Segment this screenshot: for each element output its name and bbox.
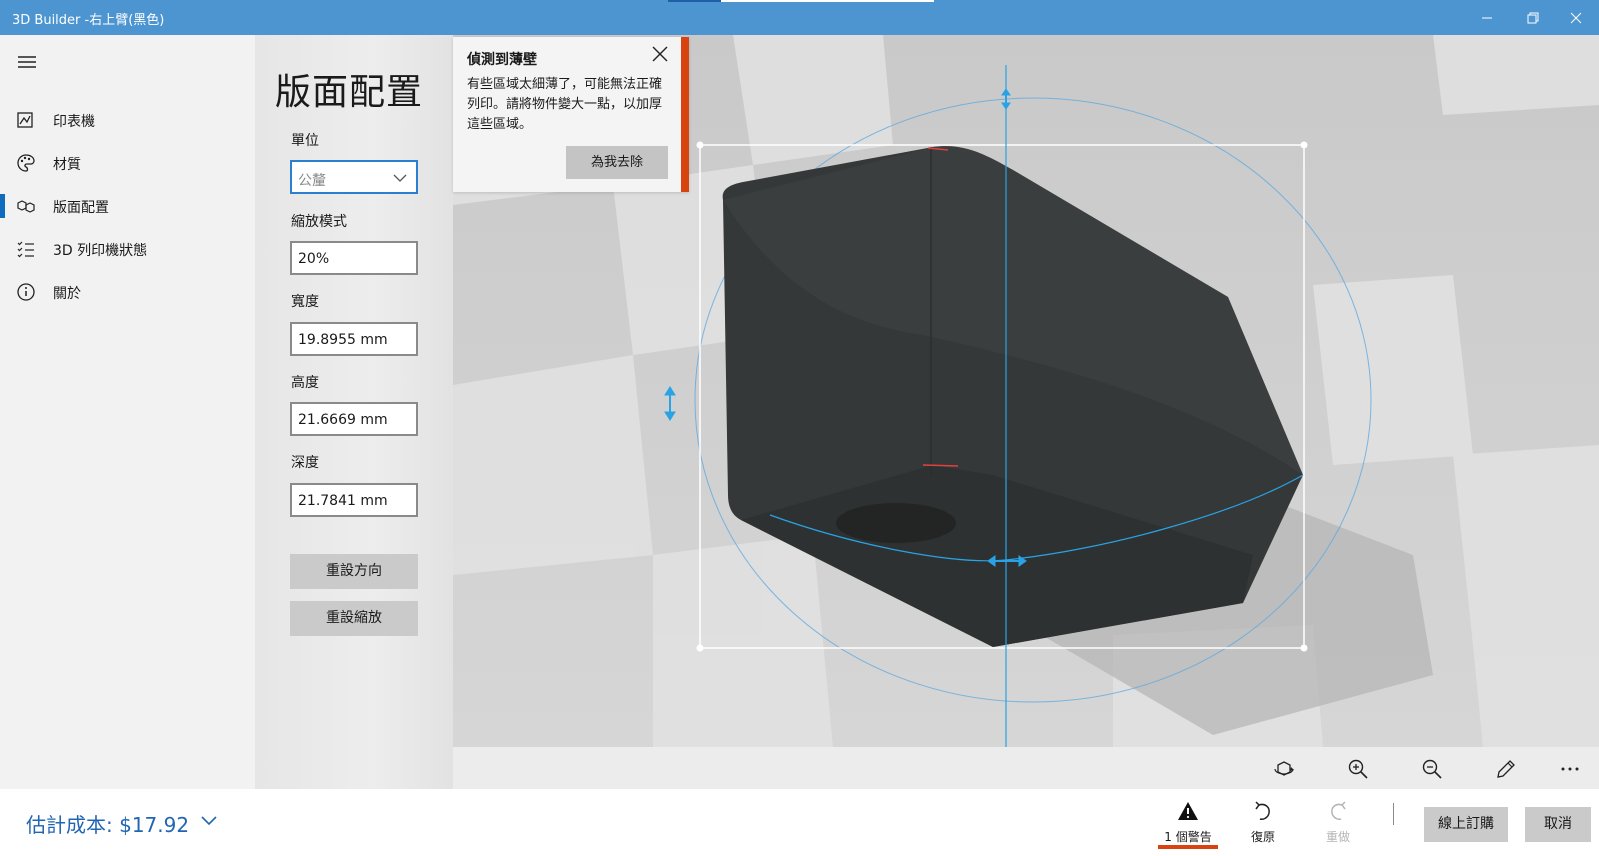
depth-value: 21.7841 mm bbox=[298, 493, 388, 509]
unit-select[interactable]: 公釐 bbox=[290, 160, 418, 194]
nav-item-about[interactable]: 關於 bbox=[0, 272, 255, 312]
left-nav: 印表機 材質 版面配置 3D 列印機狀態 關於 bbox=[0, 35, 255, 789]
notification-title: 偵測到薄壁 bbox=[467, 52, 537, 68]
selection-handle[interactable] bbox=[696, 644, 704, 652]
restore-icon bbox=[1527, 12, 1539, 23]
width-value: 19.8955 mm bbox=[298, 332, 388, 348]
layout-settings-pane: 版面配置 單位 公釐 縮放模式 20% 寬度 19.8955 mm 高度 21.… bbox=[255, 35, 453, 789]
nav-item-label: 材質 bbox=[53, 157, 81, 173]
width-field[interactable]: 19.8955 mm bbox=[290, 322, 418, 356]
progress-bar bbox=[668, 0, 934, 2]
depth-label: 深度 bbox=[291, 455, 319, 471]
chevron-down-icon bbox=[393, 174, 407, 182]
thin-wall-notification: 偵測到薄壁 有些區域太細薄了，可能無法正確列印。請將物件變大一點，以加厚這些區域… bbox=[453, 37, 689, 192]
width-label: 寬度 bbox=[291, 294, 319, 310]
nav-item-printer-status[interactable]: 3D 列印機狀態 bbox=[0, 229, 255, 269]
scale-mode-value: 20% bbox=[298, 251, 330, 267]
undo-button[interactable]: 復原 bbox=[1233, 799, 1293, 849]
scale-mode-label: 縮放模式 bbox=[291, 214, 347, 230]
bottom-bar: 估計成本: $17.92 1 個警告 復原 重做 線上訂購 取消 bbox=[0, 789, 1599, 856]
estimated-cost: 估計成本: $17.92 bbox=[26, 813, 190, 837]
hamburger-menu-icon[interactable] bbox=[16, 51, 38, 73]
selection-handle[interactable] bbox=[696, 141, 704, 149]
redo-label: 重做 bbox=[1325, 830, 1350, 844]
nav-item-printer[interactable]: 印表機 bbox=[0, 100, 255, 140]
fix-for-me-button[interactable]: 為我去除 bbox=[566, 146, 668, 179]
notification-body: 有些區域太細薄了，可能無法正確列印。請將物件變大一點，以加厚這些區域。 bbox=[467, 77, 663, 132]
window-title: 3D Builder -右上臂(黑色) bbox=[12, 13, 165, 28]
view-toolbar bbox=[453, 747, 1599, 789]
minimize-button[interactable] bbox=[1464, 0, 1510, 35]
nav-item-layout[interactable]: 版面配置 bbox=[0, 186, 255, 226]
info-icon bbox=[17, 283, 35, 301]
title-bar: 3D Builder -右上臂(黑色) bbox=[0, 0, 1599, 35]
reset-orientation-button[interactable]: 重設方向 bbox=[290, 554, 418, 589]
warnings-label: 1 個警告 bbox=[1164, 830, 1212, 844]
order-online-button[interactable]: 線上訂購 bbox=[1424, 807, 1508, 842]
unit-label: 單位 bbox=[291, 133, 319, 149]
depth-field[interactable]: 21.7841 mm bbox=[290, 483, 418, 517]
selection-handle[interactable] bbox=[1300, 141, 1308, 149]
reset-scale-button[interactable]: 重設縮放 bbox=[290, 601, 418, 636]
warning-underline bbox=[1158, 845, 1218, 849]
layout-cubes-icon bbox=[17, 200, 35, 213]
minimize-icon bbox=[1482, 17, 1492, 18]
nav-item-material[interactable]: 材質 bbox=[0, 143, 255, 183]
height-field[interactable]: 21.6669 mm bbox=[290, 402, 418, 436]
restore-button[interactable] bbox=[1510, 0, 1556, 35]
nav-item-label: 3D 列印機狀態 bbox=[53, 243, 148, 259]
unit-value: 公釐 bbox=[298, 173, 326, 189]
zoom-out-icon[interactable] bbox=[1420, 757, 1444, 781]
selection-handle[interactable] bbox=[1300, 644, 1308, 652]
warning-icon bbox=[1178, 802, 1198, 820]
palette-icon bbox=[17, 154, 35, 172]
checklist-icon bbox=[17, 241, 34, 258]
close-icon[interactable] bbox=[649, 43, 671, 65]
warnings-button[interactable]: 1 個警告 bbox=[1158, 799, 1218, 849]
printer-icon bbox=[17, 112, 33, 128]
close-window-button[interactable] bbox=[1553, 0, 1599, 35]
more-icon[interactable] bbox=[1558, 757, 1582, 781]
cancel-button[interactable]: 取消 bbox=[1525, 807, 1591, 842]
undo-label: 復原 bbox=[1250, 830, 1275, 844]
pencil-icon[interactable] bbox=[1494, 757, 1518, 781]
progress-fill bbox=[668, 0, 722, 2]
page-title: 版面配置 bbox=[275, 72, 424, 113]
chevron-down-icon[interactable] bbox=[198, 809, 220, 831]
height-label: 高度 bbox=[291, 375, 319, 391]
divider bbox=[1393, 803, 1394, 825]
redo-icon bbox=[1331, 801, 1346, 820]
undo-icon bbox=[1255, 801, 1270, 820]
zoom-in-icon[interactable] bbox=[1346, 757, 1370, 781]
close-icon bbox=[1570, 12, 1582, 23]
height-value: 21.6669 mm bbox=[298, 412, 388, 428]
nav-item-label: 版面配置 bbox=[53, 200, 109, 216]
nav-item-label: 印表機 bbox=[53, 114, 95, 130]
active-indicator bbox=[0, 194, 5, 218]
rotate-view-icon[interactable] bbox=[1272, 757, 1296, 781]
notification-accent-bar bbox=[681, 37, 689, 192]
scale-mode-field[interactable]: 20% bbox=[290, 241, 418, 275]
nav-item-label: 關於 bbox=[53, 286, 81, 302]
redo-button[interactable]: 重做 bbox=[1308, 799, 1368, 849]
